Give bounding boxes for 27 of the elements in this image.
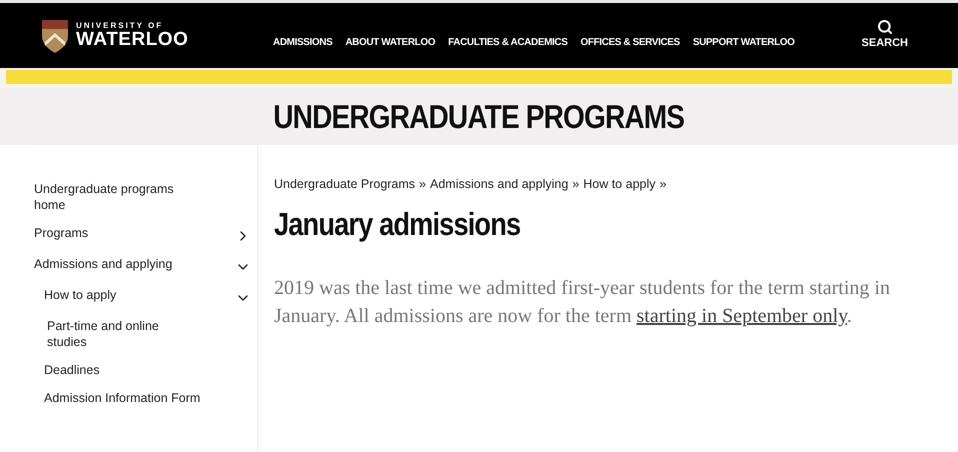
sidebar-link[interactable]: Admissions and applying — [34, 256, 172, 272]
logo-small-text: UNIVERSITY OF — [76, 22, 164, 30]
breadcrumb-link[interactable]: Undergraduate Programs — [274, 175, 416, 194]
sidebar-link[interactable]: Deadlines — [44, 362, 100, 378]
sidebar-link[interactable]: Admission Information Form — [44, 390, 200, 406]
search-icon — [876, 19, 893, 36]
sidebar-link[interactable]: Programs — [34, 225, 88, 241]
breadcrumb-separator: » — [572, 176, 580, 193]
breadcrumb-link[interactable]: How to apply — [583, 175, 656, 194]
nav-link[interactable]: SUPPORT WATERLOO — [692, 35, 795, 50]
search-button[interactable]: SEARCH — [862, 19, 908, 52]
nav-link[interactable]: OFFICES & SERVICES — [580, 35, 680, 50]
sidebar-link[interactable]: Part-time and online studies — [47, 318, 177, 350]
september-link[interactable]: starting in September only — [636, 304, 847, 327]
breadcrumb-separator: » — [660, 176, 666, 193]
nav-link[interactable]: ABOUT WATERLOO — [345, 35, 436, 50]
page-title: January admissions — [274, 204, 522, 244]
sidebar-link[interactable]: How to apply — [44, 287, 116, 303]
sidebar-link[interactable]: Undergraduate programs home — [34, 181, 194, 213]
breadcrumb-separator: » — [419, 176, 426, 193]
shield-logo-icon — [40, 18, 70, 54]
logo-text: WATERLOO — [76, 30, 188, 49]
nav-link[interactable]: FACULTIES & ACADEMICS — [448, 35, 568, 50]
breadcrumb-link[interactable]: Admissions and applying — [430, 175, 568, 194]
banner-title: UNDERGRADUATE PROGRAMS — [274, 96, 684, 137]
nav-link[interactable]: ADMISSIONS — [273, 35, 332, 50]
intro-paragraph: 2019 was the last time we admitted first-year students for the term starting in January. All admissions are now for the term starting in September only. — [274, 276, 890, 329]
